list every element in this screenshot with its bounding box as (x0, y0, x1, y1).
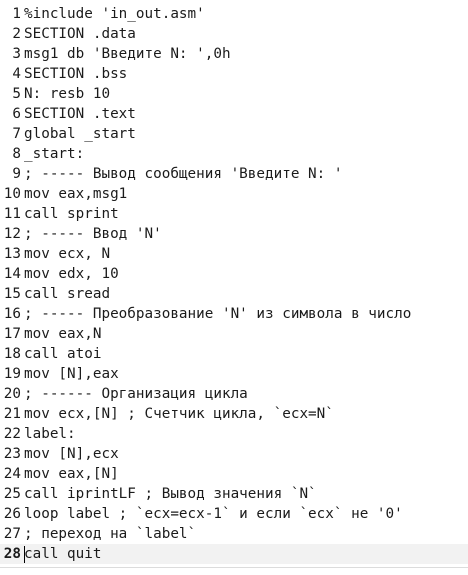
line-text[interactable]: ; ----- Преобразование 'N' из символа в … (24, 304, 411, 324)
line-text[interactable]: ; переход на `label` (24, 524, 196, 544)
line-number: 1 (12, 6, 21, 22)
line-text[interactable]: SECTION .bss (24, 64, 127, 84)
line-text[interactable]: global _start (24, 124, 136, 144)
line-text[interactable]: mov ecx, N (24, 244, 110, 264)
line-text[interactable]: mov [N],eax (24, 364, 119, 384)
line-text[interactable]: SECTION .text (24, 104, 136, 124)
line-text[interactable]: call iprintLF ; Вывод значения `N` (24, 484, 317, 504)
line-number: 2 (12, 26, 21, 42)
line-number: 16 (3, 306, 21, 322)
line-text[interactable]: call sread (24, 284, 110, 304)
line-number: 21 (3, 406, 21, 422)
line-text[interactable]: ; ----- Вывод сообщения 'Введите N: ' (24, 164, 342, 184)
line-number: 6 (12, 106, 21, 122)
line-number: 23 (3, 446, 21, 462)
line-number: 24 (3, 466, 21, 482)
code-line[interactable]: 23 mov [N],ecx (0, 444, 468, 464)
code-line[interactable]: 3 msg1 db 'Введите N: ',0h (0, 44, 468, 64)
line-text[interactable]: mov eax,N (24, 324, 101, 344)
line-text[interactable]: call atoi (24, 344, 101, 364)
line-text[interactable]: %include 'in_out.asm' (24, 4, 205, 24)
code-line[interactable]: 18 call atoi (0, 344, 468, 364)
line-number: 10 (3, 186, 21, 202)
line-text[interactable]: call quit (24, 544, 101, 564)
code-line[interactable]: 28 call quit (0, 544, 468, 564)
line-text[interactable]: mov [N],ecx (24, 444, 119, 464)
line-number: 7 (12, 126, 21, 142)
line-text[interactable]: N: resb 10 (24, 84, 110, 104)
line-number: 18 (3, 346, 21, 362)
code-line[interactable]: 13 mov ecx, N (0, 244, 468, 264)
line-text[interactable]: _start: (24, 144, 84, 164)
line-text[interactable]: mov eax,[N] (24, 464, 119, 484)
code-line[interactable]: 6 SECTION .text (0, 104, 468, 124)
code-line[interactable]: 7 global _start (0, 124, 468, 144)
line-number: 20 (3, 386, 21, 402)
line-number: 22 (3, 426, 21, 442)
code-line[interactable]: 9; ----- Вывод сообщения 'Введите N: ' (0, 164, 468, 184)
code-line[interactable]: 11 call sprint (0, 204, 468, 224)
line-number: 26 (3, 506, 21, 522)
line-number: 4 (12, 66, 21, 82)
line-number: 12 (3, 226, 21, 242)
code-line[interactable]: 25 call iprintLF ; Вывод значения `N` (0, 484, 468, 504)
code-line[interactable]: 15 call sread (0, 284, 468, 304)
line-text[interactable]: mov ecx,[N] ; Счетчик цикла, `ecx=N` (24, 404, 334, 424)
code-line[interactable]: 27; переход на `label` (0, 524, 468, 544)
line-number: 17 (3, 326, 21, 342)
line-text[interactable]: label: (24, 424, 76, 444)
line-number: 11 (3, 206, 21, 222)
line-number: 27 (3, 526, 21, 542)
line-text[interactable]: mov edx, 10 (24, 264, 119, 284)
line-number: 8 (12, 146, 21, 162)
editor-bottom-border (0, 567, 468, 568)
line-number: 25 (3, 486, 21, 502)
code-line[interactable]: 14 mov edx, 10 (0, 264, 468, 284)
code-line[interactable]: 17 mov eax,N (0, 324, 468, 344)
line-number: 14 (3, 266, 21, 282)
line-text[interactable]: loop label ; `ecx=ecx-1` и если `ecx` не… (24, 504, 403, 524)
line-number: 3 (12, 46, 21, 62)
line-number: 15 (3, 286, 21, 302)
line-text[interactable]: SECTION .data (24, 24, 136, 44)
line-text[interactable]: mov eax,msg1 (24, 184, 127, 204)
code-line[interactable]: 19 mov [N],eax (0, 364, 468, 384)
code-line[interactable]: 26 loop label ; `ecx=ecx-1` и если `ecx` … (0, 504, 468, 524)
line-number: 19 (3, 366, 21, 382)
code-line[interactable]: 2 SECTION .data (0, 24, 468, 44)
line-text[interactable]: call sprint (24, 204, 119, 224)
code-line[interactable]: 10 mov eax,msg1 (0, 184, 468, 204)
line-text[interactable]: ; ----- Ввод 'N' (24, 224, 162, 244)
code-line[interactable]: 12; ----- Ввод 'N' (0, 224, 468, 244)
code-line[interactable]: 5 N: resb 10 (0, 84, 468, 104)
code-line[interactable]: 16; ----- Преобразование 'N' из символа … (0, 304, 468, 324)
line-text[interactable]: ; ------ Организация цикла (24, 384, 248, 404)
line-number: 28 (3, 546, 21, 562)
code-editor[interactable]: 1 %include 'in_out.asm' 2 SECTION .data 3 msg… (0, 0, 468, 575)
line-text[interactable]: msg1 db 'Введите N: ',0h (24, 44, 231, 64)
line-number: 5 (12, 86, 21, 102)
code-line[interactable]: 22 label: (0, 424, 468, 444)
line-number: 13 (3, 246, 21, 262)
line-number: 9 (12, 166, 21, 182)
code-line[interactable]: 8 _start: (0, 144, 468, 164)
code-line[interactable]: 21 mov ecx,[N] ; Счетчик цикла, `ecx=N` (0, 404, 468, 424)
code-line[interactable]: 1 %include 'in_out.asm' (0, 4, 468, 24)
text-cursor (24, 546, 25, 563)
code-line[interactable]: 24 mov eax,[N] (0, 464, 468, 484)
code-line[interactable]: 20; ------ Организация цикла (0, 384, 468, 404)
code-line[interactable]: 4 SECTION .bss (0, 64, 468, 84)
